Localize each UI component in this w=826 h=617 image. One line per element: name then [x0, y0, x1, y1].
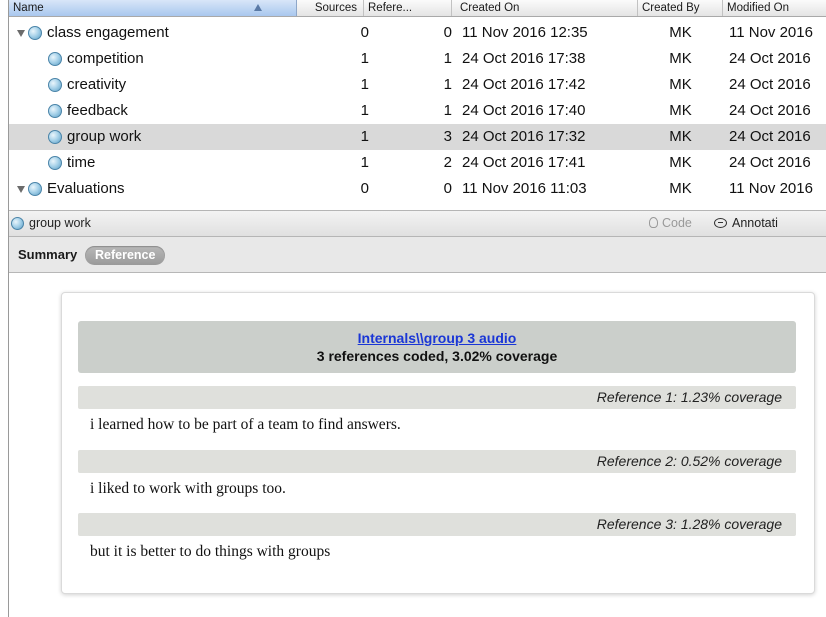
tab-summary[interactable]: Summary: [18, 245, 77, 265]
tab-reference[interactable]: Reference: [85, 246, 166, 265]
node-modified-on: 11 Nov 2016: [729, 24, 813, 41]
node-created-by: MK: [669, 128, 692, 145]
column-header-sources[interactable]: Sources: [297, 0, 364, 16]
detail-node-title: group work: [29, 216, 91, 230]
node-modified-on: 24 Oct 2016: [729, 154, 811, 171]
node-created-on: 24 Oct 2016 17:42: [462, 76, 586, 93]
reference-header-2: Reference 2: 0.52% coverage: [78, 450, 796, 473]
node-list: class engagement 0 0 11 Nov 2016 12:35 MK 11 …: [9, 17, 826, 210]
node-name: class engagement: [47, 24, 169, 41]
node-sources: 1: [360, 154, 369, 171]
node-name: group work: [67, 128, 142, 145]
node-created-by: MK: [669, 102, 692, 119]
node-created-on: 24 Oct 2016 17:32: [462, 128, 586, 145]
node-modified-on: 24 Oct 2016: [729, 128, 811, 145]
node-icon: [48, 156, 62, 170]
column-header-name[interactable]: Name: [9, 0, 297, 16]
node-row[interactable]: creativity 1 1 24 Oct 2016 17:42 MK 24 Oct 20…: [9, 72, 826, 98]
node-list-header: Name Sources Refere... Created On Create…: [9, 0, 826, 17]
reference-card: Internals\\group 3 audio 3 references co…: [61, 292, 815, 594]
node-sources: 1: [360, 128, 369, 145]
node-icon: [48, 104, 62, 118]
code-button-label: Code: [662, 216, 692, 230]
detail-view-bar: group work Code Annotati: [9, 210, 826, 237]
node-name: feedback: [67, 102, 128, 119]
node-row[interactable]: group work 1 3 24 Oct 2016 17:32 MK 24 Oct 20…: [9, 124, 826, 150]
node-created-by: MK: [669, 76, 692, 93]
node-references: 0: [443, 24, 452, 41]
column-header-created-on[interactable]: Created On: [452, 0, 638, 16]
node-modified-on: 11 Nov 2016: [729, 180, 813, 197]
source-header: Internals\\group 3 audio 3 references co…: [78, 321, 796, 373]
node-icon: [48, 78, 62, 92]
node-references: 2: [443, 154, 452, 171]
speech-bubble-icon: [714, 218, 727, 228]
node-references: 1: [443, 76, 452, 93]
coverage-summary: 3 references coded, 3.02% coverage: [316, 348, 558, 364]
reference-header-1: Reference 1: 1.23% coverage: [78, 386, 796, 409]
node-created-by: MK: [669, 24, 692, 41]
annotations-button-label: Annotati: [732, 216, 778, 230]
node-sources: 1: [360, 76, 369, 93]
column-header-modified-on[interactable]: Modified On: [723, 0, 826, 16]
node-icon: [11, 217, 24, 230]
node-created-on: 11 Nov 2016 11:03: [462, 180, 587, 197]
node-created-on: 24 Oct 2016 17:41: [462, 154, 586, 171]
annotations-button[interactable]: Annotati: [714, 211, 778, 236]
nvivo-node-window: Name Sources Refere... Created On Create…: [8, 0, 826, 617]
reference-view-pane: Internals\\group 3 audio 3 references co…: [9, 274, 826, 617]
node-name: time: [67, 154, 96, 171]
view-tab-bar: Summary Reference: [9, 237, 826, 273]
reference-text-1: i learned how to be part of a team to fi…: [90, 416, 401, 433]
column-header-references[interactable]: Refere...: [364, 0, 452, 16]
node-modified-on: 24 Oct 2016: [729, 102, 811, 119]
node-references: 3: [443, 128, 452, 145]
node-sources: 0: [360, 180, 369, 197]
node-created-by: MK: [669, 50, 692, 67]
node-sources: 0: [360, 24, 369, 41]
node-row[interactable]: Evaluations 0 0 11 Nov 2016 11:03 MK 11 Nov 2…: [9, 176, 826, 202]
node-row[interactable]: competition 1 1 24 Oct 2016 17:38 MK 24 Oct 2…: [9, 46, 826, 72]
sort-ascending-icon: [254, 4, 262, 11]
node-created-by: MK: [669, 180, 692, 197]
node-row[interactable]: class engagement 0 0 11 Nov 2016 12:35 MK 11 …: [9, 20, 826, 46]
column-header-created-by[interactable]: Created By: [638, 0, 723, 16]
reference-text-2: i liked to work with groups too.: [90, 480, 286, 497]
node-created-on: 11 Nov 2016 12:35: [462, 24, 588, 41]
node-references: 1: [443, 102, 452, 119]
node-modified-on: 24 Oct 2016: [729, 50, 811, 67]
node-references: 1: [443, 50, 452, 67]
source-link[interactable]: Internals\\group 3 audio: [78, 330, 796, 346]
node-name: creativity: [67, 76, 127, 93]
node-created-on: 24 Oct 2016 17:38: [462, 50, 586, 67]
node-icon: [28, 182, 42, 196]
node-created-on: 24 Oct 2016 17:40: [462, 102, 586, 119]
lightbulb-icon: [649, 217, 658, 228]
disclosure-triangle-icon[interactable]: [17, 186, 25, 193]
node-sources: 1: [360, 102, 369, 119]
node-icon: [28, 26, 42, 40]
node-row[interactable]: time 1 2 24 Oct 2016 17:41 MK 24 Oct 2016: [9, 150, 826, 176]
node-name: Evaluations: [47, 180, 125, 197]
code-button[interactable]: Code: [649, 211, 692, 236]
node-modified-on: 24 Oct 2016: [729, 76, 811, 93]
node-name: competition: [67, 50, 144, 67]
node-row[interactable]: feedback 1 1 24 Oct 2016 17:40 MK 24 Oct 2016: [9, 98, 826, 124]
column-header-name-label: Name: [13, 2, 44, 14]
reference-text-3: but it is better to do things with group…: [90, 543, 331, 560]
reference-header-3: Reference 3: 1.28% coverage: [78, 513, 796, 536]
node-created-by: MK: [669, 154, 692, 171]
disclosure-triangle-icon[interactable]: [17, 30, 25, 37]
node-sources: 1: [360, 50, 369, 67]
node-icon: [48, 130, 62, 144]
node-icon: [48, 52, 62, 66]
node-references: 0: [443, 180, 452, 197]
